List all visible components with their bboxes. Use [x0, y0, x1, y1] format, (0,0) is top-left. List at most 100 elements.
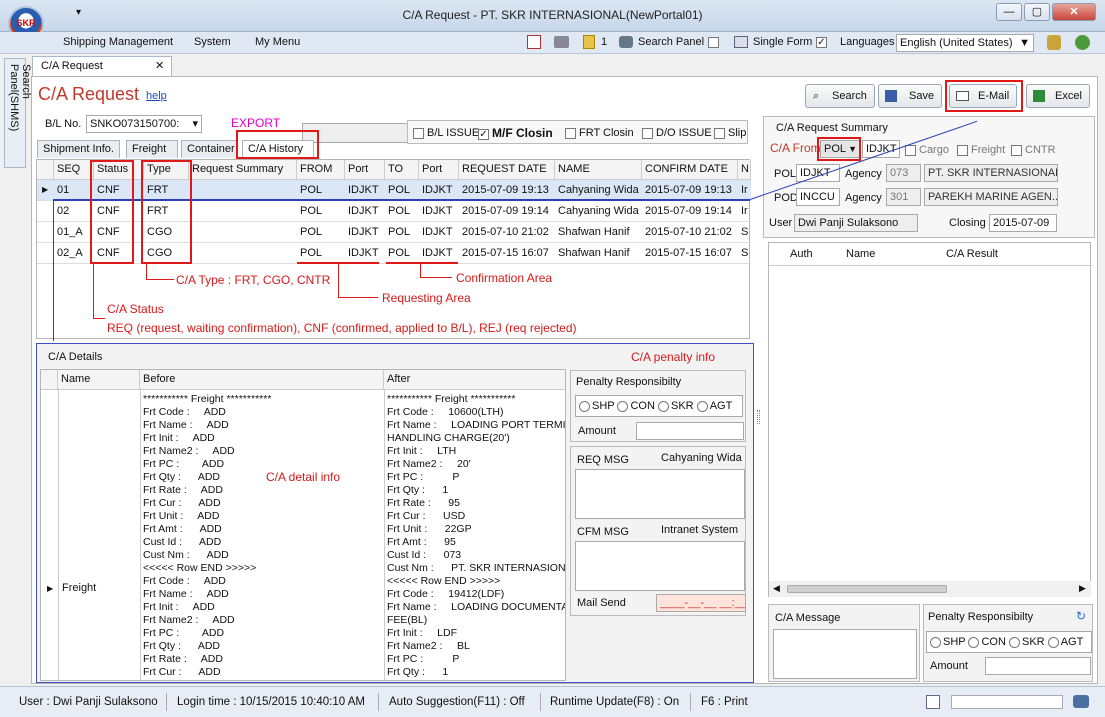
lock-icon[interactable] [1047, 35, 1061, 50]
search-button[interactable]: ⌕ Search [805, 84, 875, 108]
col-seq[interactable]: SEQ [54, 160, 94, 180]
agency1-label: Agency [845, 168, 882, 180]
tab-freight[interactable]: Freight [126, 140, 178, 158]
cell-request-date: 2015-07-10 21:02 [462, 226, 549, 238]
req-msg-textarea[interactable] [575, 469, 745, 519]
col-ca-result[interactable]: C/A Result [946, 248, 998, 260]
reset-icon[interactable]: ↻ [1076, 609, 1086, 623]
refresh-icon[interactable] [1075, 35, 1090, 50]
confirmation-annotation: Confirmation Area [456, 271, 553, 285]
language-select[interactable]: English (United States) ▼ [896, 34, 1034, 52]
col-request-summary[interactable]: Request Summary [189, 160, 297, 180]
frt-closing-checkbox[interactable] [565, 127, 576, 139]
close-icon[interactable]: ✕ [155, 59, 164, 72]
printer-icon[interactable] [554, 36, 569, 48]
calendar-icon[interactable] [527, 35, 541, 49]
single-form-checkbox[interactable]: ✓ [816, 37, 827, 48]
menu-my-menu[interactable]: My Menu [255, 36, 300, 48]
scroll-left-icon[interactable]: ◀ [773, 583, 780, 594]
closing-label: Closing [949, 217, 986, 229]
maximize-button[interactable]: ▢ [1024, 3, 1050, 21]
col-request-date[interactable]: REQUEST DATE [459, 160, 555, 180]
mail-send-date-input[interactable]: ____-__-__ __:__ [656, 594, 746, 612]
ca-message-textarea[interactable] [773, 629, 917, 679]
penalty-con-radio[interactable] [617, 400, 629, 412]
menu-system[interactable]: System [194, 36, 231, 48]
window-title: C/A Request - PT. SKR INTERNASIONAL(NewP… [402, 8, 703, 22]
single-form-icon [734, 36, 748, 48]
col-to-port[interactable]: Port [419, 160, 459, 180]
horizontal-scrollbar[interactable]: ◀ ▶ [769, 581, 1091, 597]
minimize-button[interactable]: — [996, 3, 1022, 21]
summary-con-radio[interactable] [968, 636, 980, 648]
tab-shipment-info[interactable]: Shipment Info. [37, 140, 120, 158]
cargo-checkbox[interactable] [905, 144, 916, 156]
search-panel-side-tab[interactable]: Search Panel(SHMS) [4, 58, 32, 168]
ca-result-grid: Auth Name C/A Result ◀ ▶ [768, 242, 1092, 597]
mail-send-label: Mail Send [577, 597, 626, 609]
col-detail-before[interactable]: Before [140, 370, 384, 390]
bl-issue-checkbox[interactable] [413, 127, 424, 139]
cntr-checkbox[interactable] [1011, 144, 1022, 156]
cfm-msg-label: CFM MSG [577, 526, 629, 538]
summary-shp-radio[interactable] [930, 636, 941, 648]
tab-label: C/A Request [41, 60, 103, 72]
cell-from-port: IDJKT [348, 247, 379, 259]
do-issue-label: D/O ISSUE [656, 127, 712, 139]
confirmation-underline [386, 262, 458, 264]
splitter-handle[interactable] [757, 410, 760, 424]
col-name[interactable]: NAME [555, 160, 642, 180]
search-panel-checkbox[interactable] [708, 37, 719, 48]
penalty-shp-radio[interactable] [579, 400, 590, 412]
freight-checkbox[interactable] [957, 144, 968, 156]
cell-from: POL [300, 226, 323, 238]
user-field: Dwi Panji Sulaksono [794, 214, 918, 232]
scroll-right-icon[interactable]: ▶ [1079, 583, 1086, 594]
slip-checkbox[interactable] [714, 127, 725, 139]
amount-input[interactable] [636, 422, 744, 440]
tab-container[interactable]: Container [181, 140, 238, 158]
bl-number-select[interactable]: SNKO073150700: ▾ [86, 115, 202, 133]
scroll-thumb[interactable] [787, 585, 947, 593]
close-button[interactable]: ✕ [1052, 3, 1096, 21]
col-from-port[interactable]: Port [345, 160, 385, 180]
col-detail-name[interactable]: Name [58, 370, 140, 390]
cfm-msg-textarea[interactable] [575, 541, 745, 591]
mf-closing-checkbox[interactable]: ✓ [478, 128, 489, 140]
single-form-label[interactable]: Single Form [753, 36, 812, 48]
camera-icon[interactable] [1073, 695, 1089, 708]
col-auth[interactable]: Auth [790, 248, 813, 260]
summary-title: C/A Request Summary [776, 122, 888, 134]
summary-skr-radio[interactable] [1009, 636, 1020, 648]
down-arrow-icon[interactable]: ▾ [76, 7, 81, 18]
pod-label: POD [774, 192, 798, 204]
user-label: User [769, 217, 793, 229]
summary-agt-radio[interactable] [1047, 636, 1059, 648]
penalty-annotation: C/A penalty info [631, 350, 716, 364]
divider [540, 693, 541, 711]
excel-icon [1033, 90, 1045, 102]
col-to[interactable]: TO [385, 160, 419, 180]
summary-amount-input[interactable] [985, 657, 1091, 675]
do-issue-checkbox[interactable] [642, 127, 653, 139]
slip-label: Slip [728, 127, 747, 139]
col-from[interactable]: FROM [297, 160, 345, 180]
help-link[interactable]: help [146, 90, 167, 102]
menu-shipping-management[interactable]: Shipping Management [63, 36, 173, 48]
penalty-agt-radio[interactable] [696, 400, 708, 412]
excel-button[interactable]: Excel [1026, 84, 1090, 108]
languages-label: Languages [840, 36, 895, 48]
penalty-skr-radio[interactable] [658, 400, 669, 412]
col-detail-after[interactable]: After [384, 370, 565, 390]
error-log-icon[interactable] [926, 695, 940, 709]
col-n[interactable]: N [738, 160, 751, 180]
title-bar: C/A Request - PT. SKR INTERNASIONAL(NewP… [0, 0, 1105, 32]
notes-icon[interactable] [583, 35, 595, 49]
ca-details-title: C/A Details [48, 351, 103, 363]
penalty-options: SHP CON SKR AGT [575, 395, 743, 417]
save-button[interactable]: Save [878, 84, 942, 108]
col-result-name[interactable]: Name [846, 248, 875, 260]
search-panel-label[interactable]: Search Panel [638, 36, 704, 48]
tab-ca-request[interactable]: C/A Request ✕ [32, 56, 172, 76]
col-confirm-date[interactable]: CONFIRM DATE [642, 160, 738, 180]
